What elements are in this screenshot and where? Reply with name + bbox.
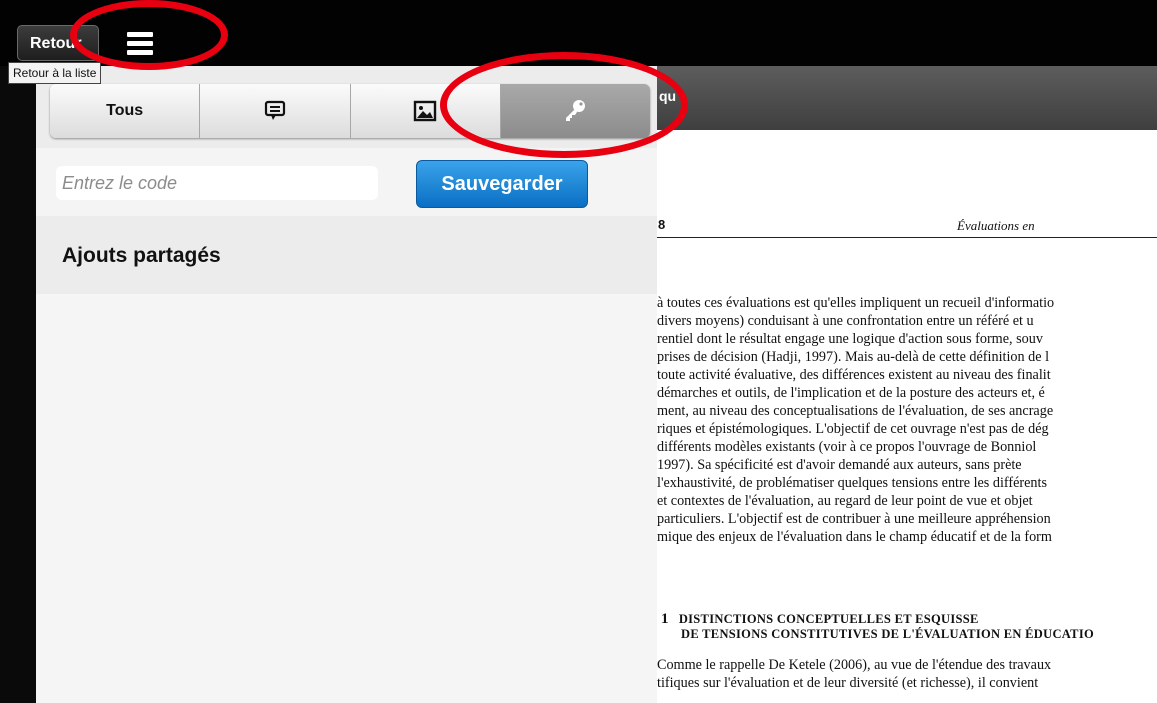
shared-list (36, 294, 657, 703)
text-line: mique des enjeux de l'évaluation dans le… (657, 529, 1052, 545)
tab-all-label: Tous (106, 102, 144, 119)
header-rule (657, 237, 1157, 238)
tab-images[interactable] (350, 84, 501, 138)
code-form: Sauvegarder (36, 148, 657, 216)
text-line: à toutes ces évaluations est qu'elles im… (657, 295, 1055, 311)
comment-icon (264, 100, 285, 120)
code-input[interactable] (56, 166, 378, 200)
section-heading: 1 DISTINCTIONS CONCEPTUELLES ET ESQUISSE … (661, 612, 1094, 642)
filter-tabs: Tous (50, 84, 650, 138)
back-button-label: Retour (30, 35, 82, 52)
text-line: 1997). Sa spécificité est d'avoir demand… (657, 457, 1022, 473)
text-line: riques et épistémologiques. L'objectif d… (657, 421, 1049, 437)
document-title-fragment: qu (659, 88, 677, 104)
running-head: Évaluations en (957, 218, 1035, 233)
text-line: prises de décision (Hadji, 1997). Mais a… (657, 349, 1050, 365)
text-line: rentiel dont le résultat engage une logi… (657, 331, 1043, 347)
text-line: tifiques sur l'évaluation et de leur div… (657, 675, 1039, 691)
back-tooltip: Retour à la liste (8, 62, 102, 84)
shared-section-title: Ajouts partagés (62, 244, 221, 267)
key-icon (566, 100, 586, 121)
tab-comments[interactable] (200, 84, 351, 138)
section-number: 1 (661, 611, 669, 627)
paragraph-1: à toutes ces évaluations est qu'elles im… (657, 294, 1157, 546)
annotations-panel: Tous Sauve (36, 66, 657, 703)
page-number: 8 (658, 217, 666, 232)
text-line: différents modèles existants (voir à ce … (657, 439, 1037, 455)
menu-button[interactable] (115, 22, 165, 64)
image-icon (413, 100, 437, 122)
section-title-line-1: DISTINCTIONS CONCEPTUELLES ET ESQUISSE (678, 612, 979, 626)
save-button-label: Sauvegarder (441, 172, 563, 195)
top-toolbar: Retour (0, 0, 1157, 66)
text-line: toute activité évaluative, des différenc… (657, 367, 1051, 383)
text-line: et contextes de l'évaluation, au regard … (657, 493, 1033, 509)
shared-section-header: Ajouts partagés (36, 216, 657, 294)
document-title-bar: qu (657, 66, 1157, 130)
text-line: Comme le rappelle De Ketele (2006), au v… (657, 657, 1052, 673)
text-line: l'exhaustivité, de problématiser quelque… (657, 475, 1047, 491)
paragraph-2: Comme le rappelle De Ketele (2006), au v… (657, 656, 1157, 692)
text-line: ment, au niveau des conceptualisations d… (657, 403, 1054, 419)
text-line: particuliers. L'objectif est de contribu… (657, 511, 1051, 527)
document-page: 8 Évaluations en à toutes ces évaluation… (657, 130, 1157, 703)
text-line: divers moyens) conduisant à une confront… (657, 313, 1034, 329)
text-line: démarches et outils, de l'implication et… (657, 385, 1045, 401)
hamburger-icon (115, 22, 165, 55)
left-margin (0, 66, 36, 703)
section-title-line-2: DE TENSIONS CONSTITUTIVES DE L'ÉVALUATIO… (681, 627, 1095, 641)
back-button[interactable]: Retour (17, 25, 99, 61)
save-button[interactable]: Sauvegarder (416, 160, 588, 208)
tab-all[interactable]: Tous (50, 84, 201, 138)
tab-key[interactable] (500, 84, 650, 138)
